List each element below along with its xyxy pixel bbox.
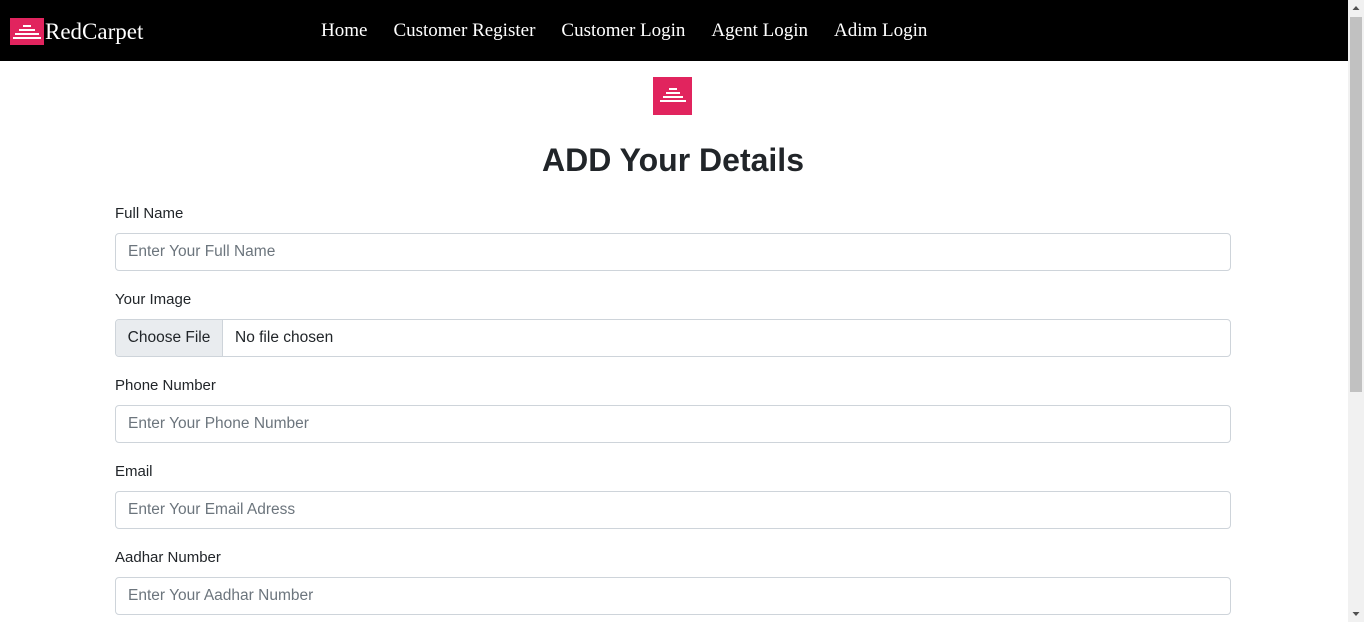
aadhar-number-input[interactable] bbox=[115, 577, 1231, 615]
email-input[interactable] bbox=[115, 491, 1231, 529]
full-name-input[interactable] bbox=[115, 233, 1231, 271]
choose-file-button[interactable]: Choose File bbox=[116, 320, 223, 356]
full-name-label: Full Name bbox=[115, 205, 184, 222]
image-file-input[interactable]: Choose File No file chosen bbox=[115, 319, 1231, 357]
email-label: Email bbox=[115, 463, 153, 480]
scroll-up-arrow-icon[interactable] bbox=[1348, 0, 1364, 16]
form-title: ADD Your Details bbox=[542, 142, 804, 178]
brand-logo-icon bbox=[10, 18, 44, 45]
nav-link-admin-login[interactable]: Adim Login bbox=[834, 18, 927, 44]
phone-number-input[interactable] bbox=[115, 405, 1231, 443]
brand[interactable]: RedCarpet bbox=[10, 18, 143, 45]
phone-number-label: Phone Number bbox=[115, 377, 216, 394]
file-status-text: No file chosen bbox=[235, 329, 334, 346]
form-logo-icon bbox=[653, 77, 692, 115]
nav-link-customer-login[interactable]: Customer Login bbox=[561, 18, 685, 44]
brand-name: RedCarpet bbox=[45, 19, 144, 44]
aadhar-number-label: Aadhar Number bbox=[115, 549, 221, 566]
nav-link-home[interactable]: Home bbox=[321, 18, 367, 44]
scrollbar-thumb[interactable] bbox=[1350, 17, 1362, 392]
nav-link-agent-login[interactable]: Agent Login bbox=[711, 18, 808, 44]
page-scrollbar[interactable] bbox=[1348, 0, 1364, 622]
nav-links: Home Customer Register Customer Login Ag… bbox=[321, 18, 953, 44]
top-navbar: RedCarpet Home Customer Register Custome… bbox=[0, 0, 1348, 61]
scroll-down-arrow-icon[interactable] bbox=[1348, 606, 1364, 622]
image-label: Your Image bbox=[115, 291, 192, 308]
nav-link-customer-register[interactable]: Customer Register bbox=[393, 18, 535, 44]
